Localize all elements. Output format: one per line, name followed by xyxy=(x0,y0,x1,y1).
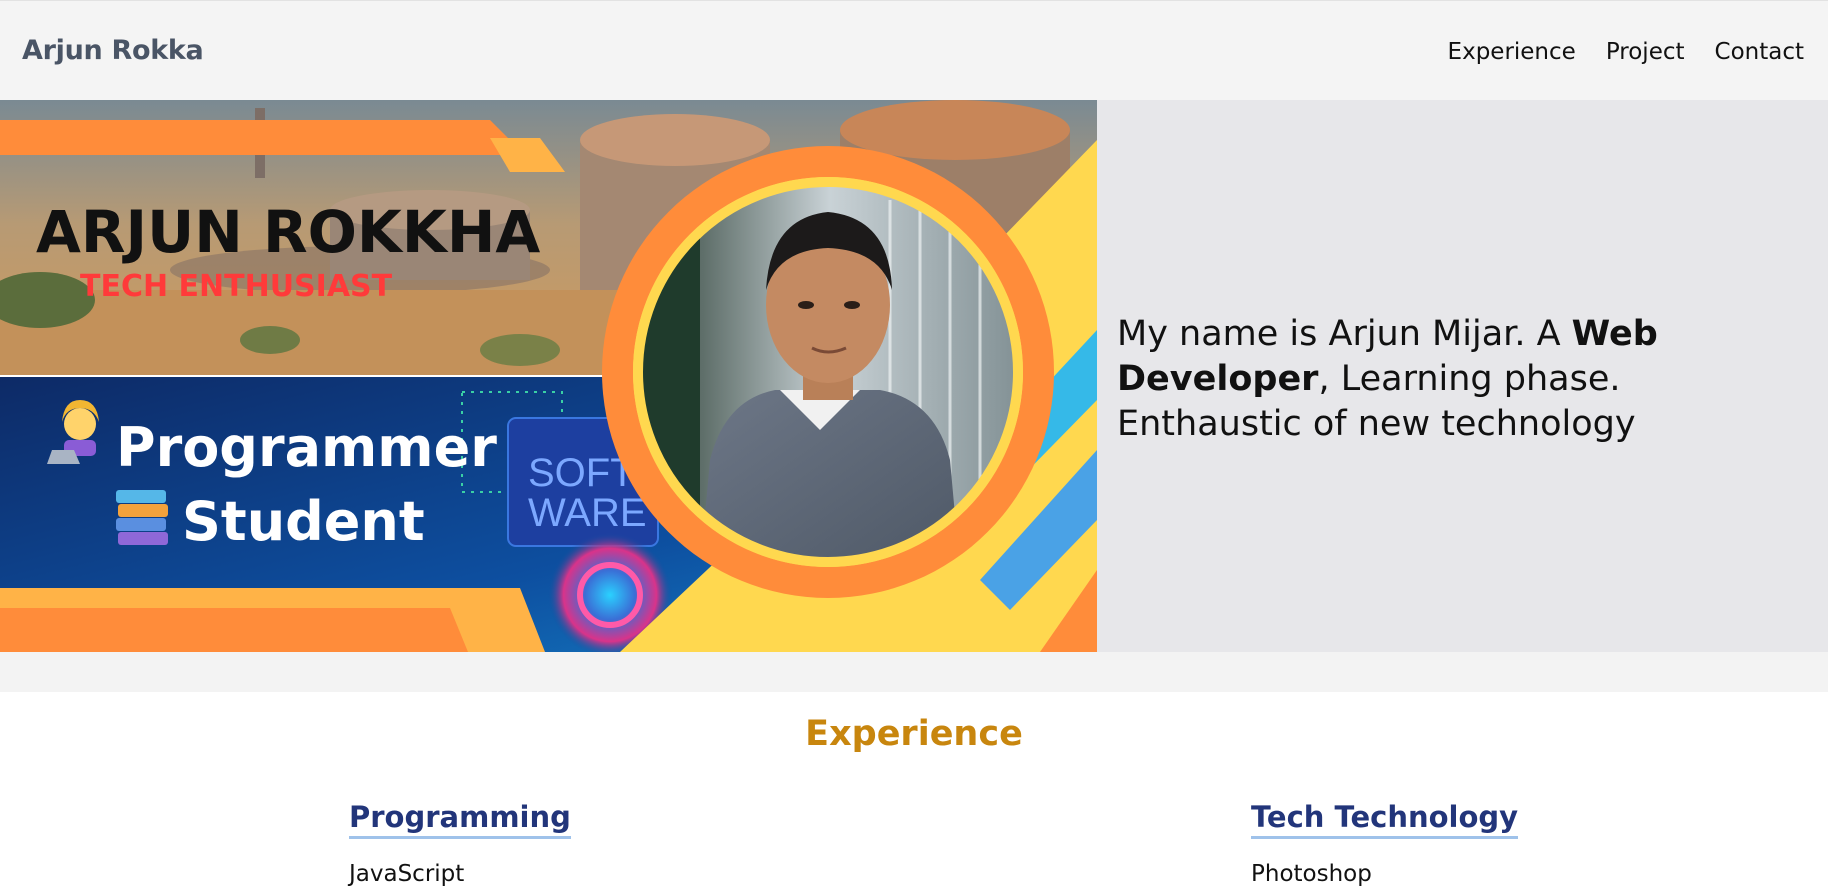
banner-line-programmer: Programmer xyxy=(116,416,497,479)
experience-section: Experience Programming JavaScript Tech T… xyxy=(0,692,1828,887)
nav-links: Experience Project Contact xyxy=(1448,39,1804,65)
experience-column-tech: Tech Technology Photoshop xyxy=(1251,800,1519,887)
experience-column-programming: Programming JavaScript xyxy=(349,800,571,887)
banner-line-student: Student xyxy=(182,490,425,553)
hero-intro-panel: My name is Arjun Mijar. A Web Developer,… xyxy=(1097,100,1828,652)
banner-screen-text-1: SOFT xyxy=(528,451,635,495)
experience-item: Photoshop xyxy=(1251,861,1372,887)
nav-link-contact[interactable]: Contact xyxy=(1715,39,1804,65)
brand-logo[interactable]: Arjun Rokka xyxy=(22,35,204,66)
experience-heading-tech: Tech Technology xyxy=(1251,800,1519,839)
experience-heading-programming: Programming xyxy=(349,800,571,839)
intro-prefix: My name is Arjun Mijar. A xyxy=(1117,314,1572,354)
experience-title: Experience xyxy=(805,714,1023,754)
hero-section: SOFT WARE ARJUN ROKKHA TECH ENTHUSIAST P… xyxy=(0,100,1828,652)
nav-link-project[interactable]: Project xyxy=(1606,39,1685,65)
section-divider xyxy=(0,652,1828,692)
banner-graphic: SOFT WARE ARJUN ROKKHA TECH ENTHUSIAST P… xyxy=(0,100,1097,652)
hero-intro-text: My name is Arjun Mijar. A Web Developer,… xyxy=(1117,312,1807,447)
nav-link-experience[interactable]: Experience xyxy=(1448,39,1576,65)
navbar: Arjun Rokka Experience Project Contact xyxy=(0,0,1828,100)
banner-screen-text-2: WARE xyxy=(528,491,647,535)
banner-name: ARJUN ROKKHA xyxy=(36,198,540,266)
banner-tagline: TECH ENTHUSIAST xyxy=(80,269,393,304)
experience-item: JavaScript xyxy=(349,861,465,887)
hero-banner-image: SOFT WARE ARJUN ROKKHA TECH ENTHUSIAST P… xyxy=(0,100,1097,652)
